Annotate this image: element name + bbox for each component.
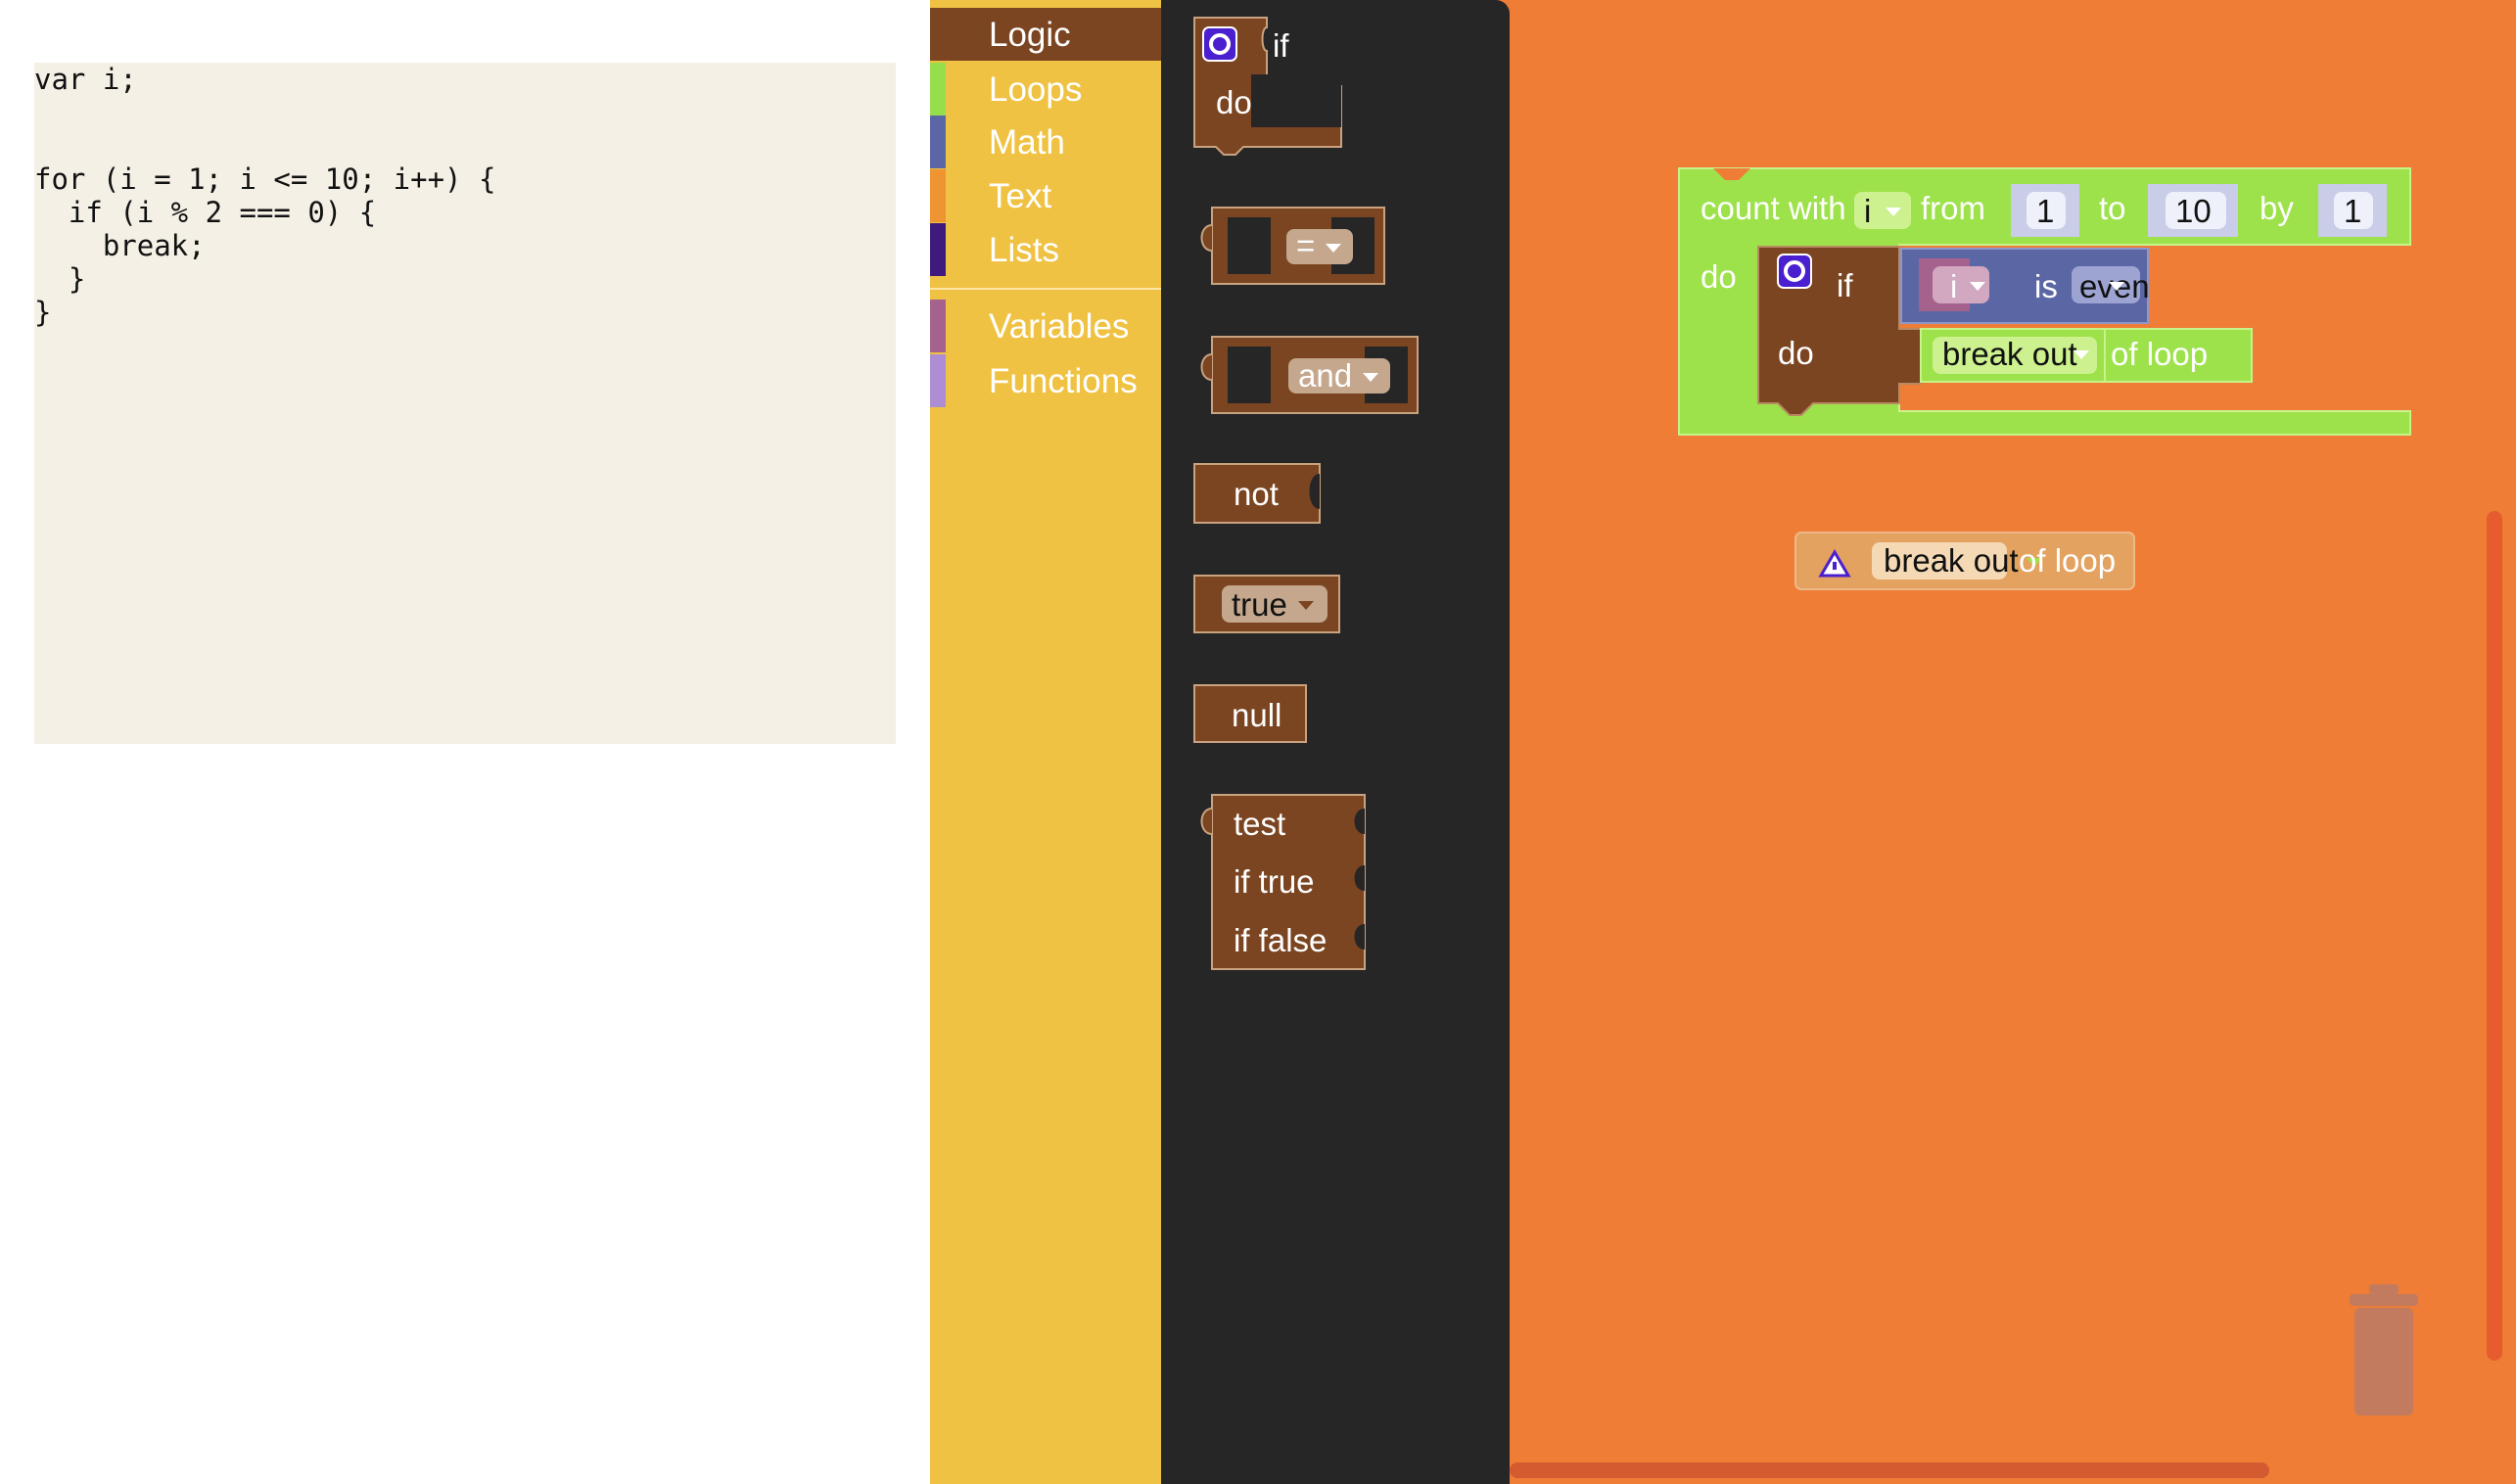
workspace-canvas: if do = and not true null test if true i… (1193, 17, 2502, 1478)
to-value[interactable]: 10 (2175, 193, 2212, 229)
flyout-and-block[interactable]: and (1200, 336, 1419, 414)
loop-do-label: do (1701, 258, 1737, 295)
null-label: null (1232, 697, 1281, 733)
flyout-do-label: do (1216, 84, 1252, 120)
orphan-break-dropdown[interactable]: break out (1884, 542, 2019, 579)
break-dropdown[interactable]: break out (1942, 336, 2077, 372)
loop-variable[interactable]: i (1864, 193, 1871, 229)
blockly-app: Logic Loops Math Text Lists Variables Fu… (930, 0, 2516, 1484)
if-label: if (1837, 267, 1853, 303)
from-value[interactable]: 1 (2036, 193, 2054, 229)
by-label: by (2260, 190, 2294, 226)
count-with-label: count with (1701, 190, 1846, 226)
and-operator[interactable]: and (1298, 357, 1352, 394)
if-do-label: do (1778, 335, 1814, 371)
flyout-compare-block[interactable]: = (1200, 207, 1385, 285)
orphan-break-block[interactable]: break out of loop (1794, 532, 2135, 590)
number-property-block[interactable]: i is even (1900, 248, 2150, 324)
flyout-if-label: if (1273, 27, 1289, 64)
trash-icon[interactable] (2350, 1284, 2418, 1415)
if-true-label: if true (1234, 863, 1315, 900)
vertical-scrollbar[interactable] (2487, 511, 2502, 1361)
is-label: is (2034, 268, 2058, 304)
orphan-of-loop-label: of loop (2019, 542, 2116, 579)
of-loop-label: of loop (2111, 336, 2208, 372)
from-label: from (1921, 190, 1985, 226)
if-false-label: if false (1234, 922, 1327, 958)
boolean-value[interactable]: true (1232, 586, 1287, 623)
if-block[interactable]: if do (1757, 246, 1922, 416)
horizontal-scrollbar[interactable] (1510, 1462, 2269, 1478)
to-label: to (2099, 190, 2126, 226)
compare-operator[interactable]: = (1296, 227, 1315, 263)
flyout-boolean-block[interactable]: true (1193, 575, 1340, 633)
by-value[interactable]: 1 (2344, 193, 2361, 229)
code-line: for (i = 1; i <= 10; i++) { (34, 162, 496, 196)
code-panel: var i; for (i = 1; i <= 10; i++) { if (i… (0, 0, 930, 1484)
code-line: } (34, 296, 52, 329)
gear-icon[interactable] (1202, 26, 1237, 62)
code-line: break; (34, 229, 206, 262)
flyout-null-block[interactable]: null (1193, 684, 1307, 743)
flyout-if-block[interactable]: if do (1193, 17, 1342, 156)
test-label: test (1234, 806, 1285, 842)
gear-icon[interactable] (1777, 254, 1812, 289)
check-variable[interactable]: i (1950, 268, 1957, 304)
code-line: } (34, 262, 86, 296)
generated-code: var i; for (i = 1; i <= 10; i++) { if (i… (34, 63, 896, 744)
not-label: not (1234, 476, 1279, 512)
code-line: if (i % 2 === 0) { (34, 196, 377, 229)
flyout-ternary-block[interactable]: test if true if false (1200, 794, 1366, 970)
code-line: var i; (34, 63, 137, 96)
flyout-not-block[interactable]: not (1193, 463, 1321, 524)
